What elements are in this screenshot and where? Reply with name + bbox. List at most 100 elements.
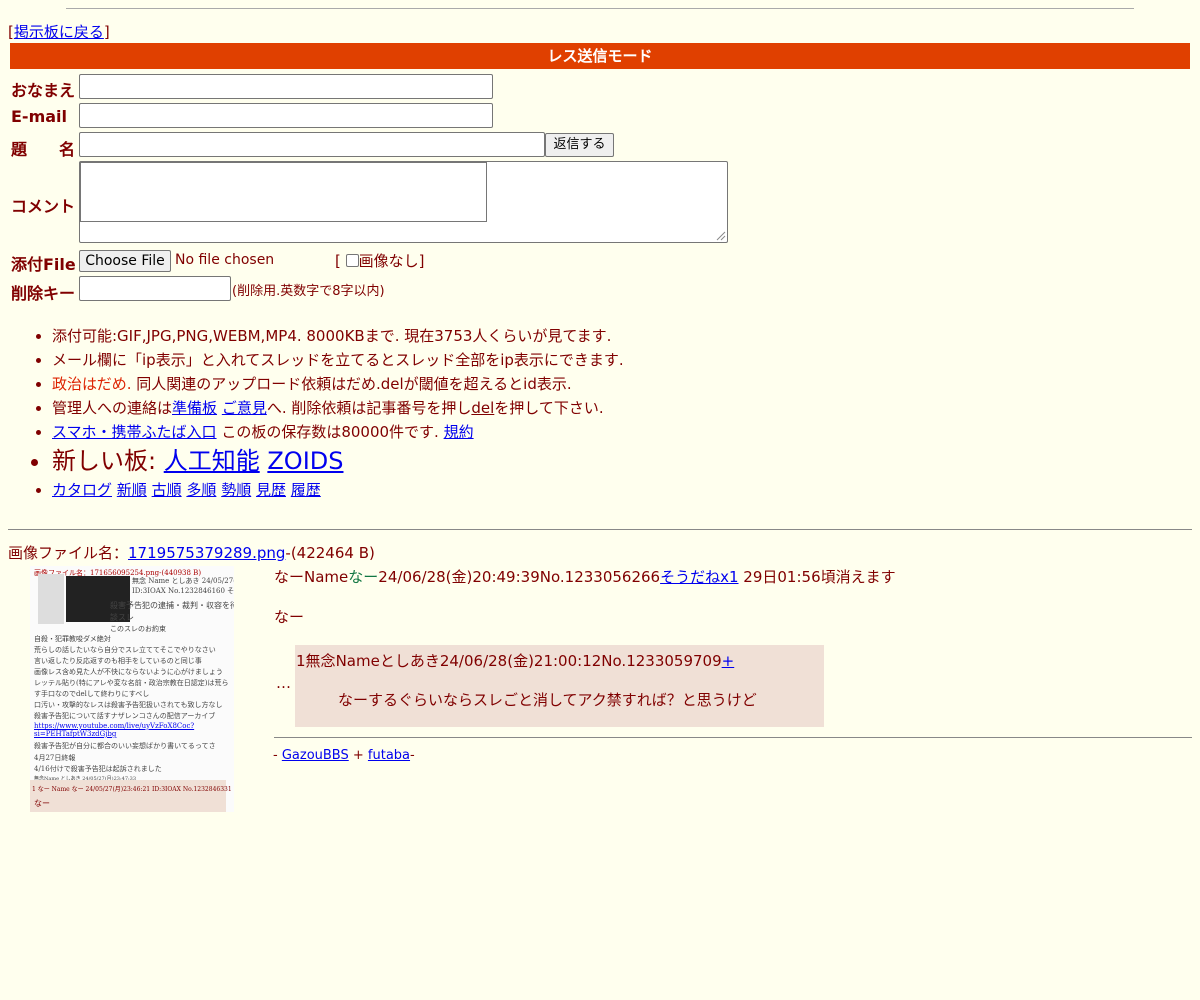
footer-credits: - GazouBBS + futaba- (273, 748, 415, 763)
thumb-text: 殺害予告犯について話すナザレンコさんの配信アーカイブ (34, 712, 216, 720)
ai-board-link[interactable]: 人工知能 (164, 447, 260, 475)
viewed-history-link[interactable]: 見歴 (256, 481, 286, 499)
rule-text: 添付可能:GIF,JPG,PNG,WEBM,MP4. 8000KBまで. 現在3… (52, 327, 612, 345)
mobile-entrance-link[interactable]: スマホ・携帯ふたば入口 (52, 423, 217, 441)
rule-item: カタログ 新順 古順 多順 勢順 見歴 履歴 (52, 478, 624, 502)
expire-notice: 29日01:56頃消えます (743, 568, 896, 586)
op-post-number[interactable]: No.1233056266 (540, 568, 660, 586)
sort-many-link[interactable]: 多順 (186, 481, 216, 499)
thumb-text: 殺害予告犯が自分に都合のいい妄想ばかり書いてるってさ (34, 742, 216, 750)
delete-key-label: 削除キー (11, 284, 76, 303)
name-input[interactable] (79, 74, 493, 99)
resize-grip-icon[interactable] (716, 231, 726, 241)
op-name: なー (348, 568, 379, 586)
no-image-label: 画像なし (358, 252, 419, 270)
reply-post-number[interactable]: No.1233059709 (601, 652, 721, 670)
subject-label: 題 名 (11, 140, 76, 159)
file-name-link[interactable]: 1719575379289.png (128, 544, 285, 562)
email-label: E-mail (11, 107, 68, 126)
thumb-text: 画像レス含め見た人が不快にならないように心がけましょう (34, 668, 223, 676)
thumb-text: 無念 Name としあき 24/05/27(月)23:44:1 (132, 577, 234, 585)
reply-index: 1 (296, 652, 306, 670)
thumb-text: 自殺・犯罪教唆ダメ絶対 (34, 635, 111, 643)
reply-subject: 無念 (305, 652, 336, 670)
board-rules-list: 添付可能:GIF,JPG,PNG,WEBM,MP4. 8000KBまで. 現在3… (26, 324, 624, 502)
reply-header: 1無念Nameとしあき24/06/28(金)21:00:12No.1233059… (296, 650, 734, 671)
bracket-close: ] (418, 252, 425, 270)
op-subject: なー (274, 568, 305, 586)
top-divider (66, 8, 1134, 9)
futaba-link[interactable]: futaba (368, 748, 410, 763)
file-info: 画像ファイル名：1719575379289.png-(422464 B) (8, 542, 375, 563)
sort-momentum-link[interactable]: 勢順 (221, 481, 251, 499)
thumb-text: このスレのお約束 (110, 625, 166, 633)
politics-warning: 政治はだめ. (52, 375, 132, 393)
thumb-text: 荒らしの話したいなら自分でスレ立ててそこでやりなさい (34, 646, 216, 654)
rule-text: 同人関連のアップロード依頼はだめ.delが閾値を超えるとid表示. (131, 375, 572, 393)
reply-indent-marker: … (276, 674, 291, 692)
rule-text: へ. 削除依頼は記事番号を押し (266, 399, 472, 417)
gazoubbs-link[interactable]: GazouBBS (282, 748, 349, 763)
rule-item: スマホ・携帯ふたば入口 この板の保存数は80000件です. 規約 (52, 420, 624, 444)
sort-old-link[interactable]: 古順 (152, 481, 182, 499)
no-image-checkbox[interactable] (345, 254, 359, 267)
rule-item: メール欄に「ip表示」と入れてスレッドを立てるとスレッド全部をip表示にできます… (52, 348, 624, 372)
footer-text: - (273, 748, 282, 763)
thumb-text: なー (34, 799, 50, 808)
rule-text: を押して下さい. (494, 399, 604, 417)
zoids-board-link[interactable]: ZOIDS (267, 447, 343, 475)
post-history-link[interactable]: 履歴 (291, 481, 321, 499)
feedback-link[interactable]: ご意見 (222, 399, 267, 417)
back-nav: [掲示板に戻る] (8, 21, 110, 42)
thumb-inner-image (38, 574, 64, 624)
rule-item: 管理人への連絡は準備板 ご意見へ. 削除依頼は記事番号を押しdelを押して下さい… (52, 396, 624, 420)
rule-text: 管理人への連絡は (52, 399, 173, 417)
thumb-text: 4/16付けで殺害予告犯は起訴されました (34, 765, 162, 773)
rule-text: この板の保存数は80000件です. (216, 423, 444, 441)
reply-date: 24/06/28(金)21:00:12 (439, 652, 602, 670)
thumb-text: 4月27日終報 (34, 754, 76, 762)
bracket-open: [ (335, 252, 341, 270)
footer-text: - (410, 748, 415, 763)
thumb-text: 言い返したり反応返すのも相手をしているのと同じ事 (34, 657, 202, 665)
reply-mode-banner: レス送信モード (10, 43, 1190, 69)
reply-name: としあき (379, 652, 440, 670)
prep-board-link[interactable]: 準備板 (172, 399, 217, 417)
file-label: 画像ファイル名： (8, 544, 129, 562)
name-field-label: Name (335, 652, 380, 670)
del-text: del (471, 399, 495, 417)
sort-new-link[interactable]: 新順 (117, 481, 147, 499)
reply-submit-button[interactable]: 返信する (545, 133, 614, 157)
back-to-board-link[interactable]: 掲示板に戻る (14, 23, 104, 41)
choose-file-button[interactable]: Choose File (79, 250, 171, 272)
attach-label: 添付File (11, 255, 76, 274)
footer-divider (274, 737, 1192, 738)
comment-label: コメント (11, 197, 76, 216)
rule-item: 政治はだめ. 同人関連のアップロード依頼はだめ.delが閾値を超えるとid表示. (52, 372, 624, 396)
rule-item: 添付可能:GIF,JPG,PNG,WEBM,MP4. 8000KBまで. 現在3… (52, 324, 624, 348)
thumb-text: 談スレ (110, 613, 134, 622)
thumb-text: 口汚い・攻撃的なレスは殺害予告犯扱いされても致し方なし (34, 701, 223, 709)
name-label: おなまえ (11, 81, 76, 100)
thumb-text: ID:3IOAX No.1232846160 そうだねx2 26日頃消えます (132, 587, 234, 595)
name-field-label: Name (304, 568, 349, 586)
no-image-option: [ 画像なし] (335, 250, 425, 271)
rule-item: 新しい板: 人工知能 ZOIDS (52, 444, 624, 478)
sodane-plus-button[interactable]: + (722, 652, 735, 670)
file-size: -(422464 B) (285, 544, 375, 562)
sodane-button[interactable]: そうだねx1 (660, 568, 738, 586)
thumb-text: す手口なのでdelして終わりにすべし (34, 690, 150, 698)
comment-inner-box (80, 162, 487, 222)
bracket-close: ] (103, 23, 110, 41)
thread-image-thumbnail[interactable]: 画像ファイル名：171656095254.png-(440938 B) 無念 N… (30, 566, 234, 812)
delete-key-input[interactable] (79, 276, 231, 301)
terms-link[interactable]: 規約 (444, 423, 474, 441)
new-boards-label: 新しい板: (52, 447, 164, 475)
subject-input[interactable] (79, 132, 545, 157)
reply-body: なーするぐらいならスレごと消してアク禁すれば？と思うけど (338, 691, 757, 709)
thumb-text: https://www.youtube.com/live/uyVzFoX8Coc… (34, 722, 195, 730)
footer-text: + (348, 748, 368, 763)
thread-divider (8, 529, 1192, 530)
catalog-link[interactable]: カタログ (52, 481, 112, 499)
email-input[interactable] (79, 103, 493, 128)
